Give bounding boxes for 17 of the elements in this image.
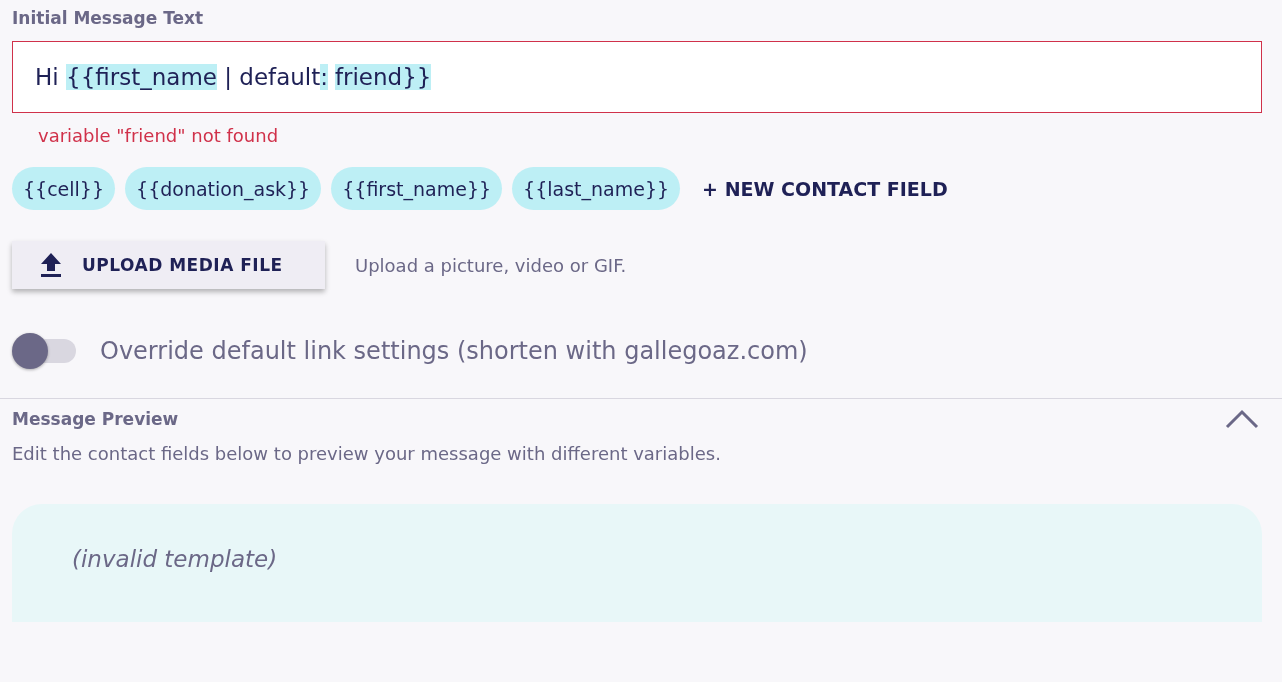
- field-label: Initial Message Text: [12, 8, 204, 28]
- upload-hint: Upload a picture, video or GIF.: [355, 254, 627, 276]
- toggle-label: Override default link settings (shorten with gallegoaz.com): [100, 337, 808, 365]
- message-input-field[interactable]: Hi {{first_name | default: friend}}: [12, 41, 1262, 113]
- section-title: Message Preview: [12, 409, 179, 429]
- variable-chip[interactable]: {{first_name}}: [331, 167, 503, 210]
- toggle-switch[interactable]: [12, 333, 78, 369]
- variable-chip[interactable]: {{last_name}}: [512, 167, 681, 210]
- upload-icon: [40, 252, 62, 278]
- variable-chip[interactable]: {{donation_ask}}: [125, 167, 322, 210]
- variable-chip[interactable]: {{cell}}: [12, 167, 116, 210]
- section-description: Edit the contact fields below to preview your message with different variables.: [12, 443, 721, 464]
- chevron-up-icon[interactable]: [1225, 409, 1259, 429]
- preview-message: (invalid template): [72, 546, 278, 572]
- new-contact-field-link[interactable]: + NEW CONTACT FIELD: [700, 173, 950, 204]
- upload-media-button[interactable]: UPLOAD MEDIA FILE: [12, 241, 325, 289]
- error-message: variable "friend" not found: [38, 125, 279, 146]
